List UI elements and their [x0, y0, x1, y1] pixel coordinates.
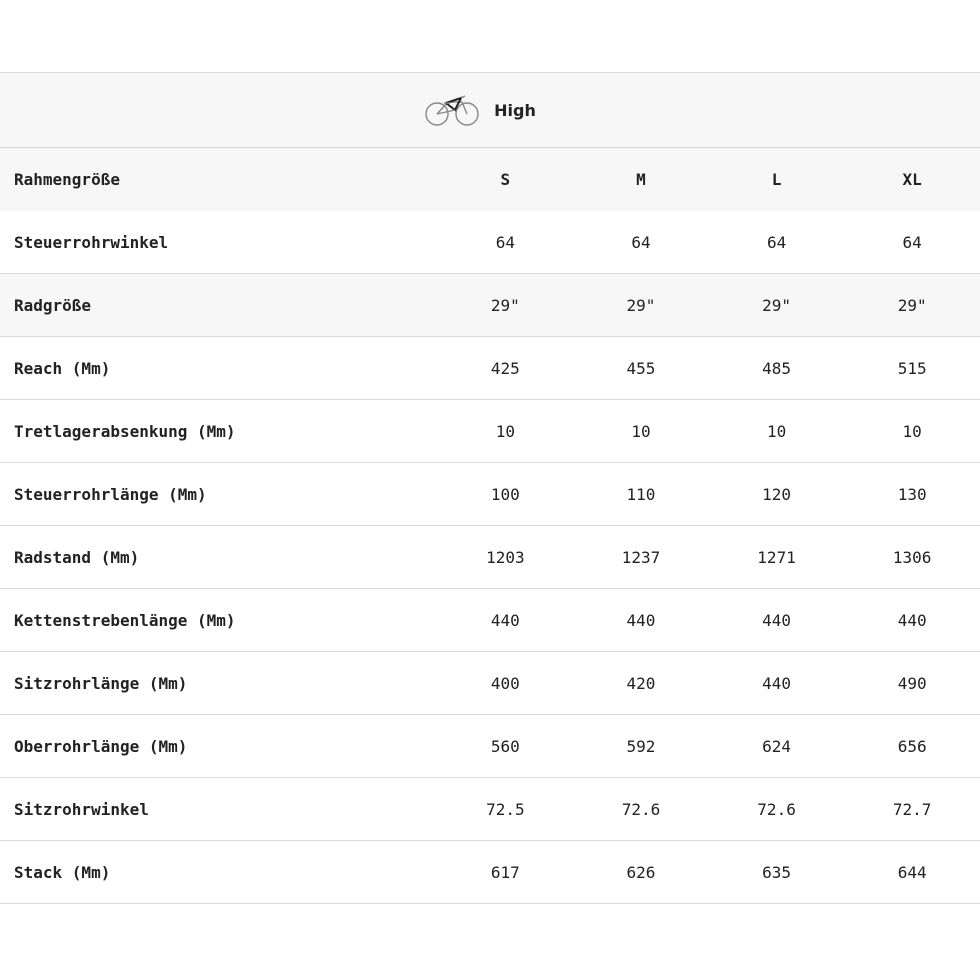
value-cell: 1271: [757, 547, 796, 567]
value-cell: 72.7: [892, 799, 932, 819]
table-row: Reach (Mm) 425 455 485 515: [0, 337, 980, 400]
value-cell: 10: [902, 421, 922, 441]
row-label: Oberrohrlänge (Mm): [14, 736, 188, 756]
value-cell: 635: [762, 862, 792, 882]
value-cell: 100: [490, 484, 520, 504]
row-label: Sitzrohrwinkel: [14, 799, 149, 819]
value-cell: 624: [762, 736, 792, 756]
value-cell: 29": [490, 295, 520, 315]
value-cell: 425: [490, 358, 520, 378]
value-cell: 440: [897, 610, 927, 630]
row-label: Tretlagerabsenkung (Mm): [14, 421, 236, 441]
table-row: Kettenstrebenlänge (Mm) 440 440 440 440: [0, 589, 980, 652]
table-row: Radgröße 29" 29" 29" 29": [0, 274, 980, 337]
value-cell: 64: [902, 232, 922, 252]
value-cell: 10: [766, 421, 787, 441]
value-cell: 64: [495, 232, 515, 252]
table-row: Sitzrohrwinkel 72.5 72.6 72.6 72.7: [0, 778, 980, 841]
value-cell: 485: [762, 358, 792, 378]
mode-label: High: [494, 100, 536, 120]
table-row: Steuerrohrlänge (Mm) 100 110 120 130: [0, 463, 980, 526]
size-header-row: Rahmengröße S M L XL: [0, 148, 980, 211]
value-cell: 64: [631, 232, 651, 252]
value-cell: 130: [897, 484, 927, 504]
row-label: Stack (Mm): [14, 862, 111, 882]
row-label: Steuerrohrwinkel: [14, 232, 169, 252]
value-cell: 440: [490, 610, 520, 630]
value-cell: 110: [626, 484, 656, 504]
value-cell: 72.5: [486, 799, 525, 819]
table-row: Sitzrohrlänge (Mm) 400 420 440 490: [0, 652, 980, 715]
table-row: Oberrohrlänge (Mm) 560 592 624 656: [0, 715, 980, 778]
value-cell: 29": [897, 295, 927, 315]
value-cell: 120: [762, 484, 792, 504]
value-cell: 617: [490, 862, 520, 882]
table-row: Radstand (Mm) 1203 1237 1271 1306: [0, 526, 980, 589]
table-row: Tretlagerabsenkung (Mm) 10 10 10 10: [0, 400, 980, 463]
value-cell: 10: [631, 421, 651, 441]
value-cell: 560: [490, 736, 520, 756]
value-cell: 1237: [621, 547, 661, 567]
value-cell: 455: [626, 358, 656, 378]
value-cell: 626: [626, 862, 656, 882]
row-label: Kettenstrebenlänge (Mm): [14, 610, 236, 630]
table-row: Stack (Mm) 617 626 635 644: [0, 841, 980, 904]
value-cell: 1306: [892, 547, 932, 567]
row-label: Sitzrohrlänge (Mm): [14, 673, 188, 693]
row-label: Reach (Mm): [14, 358, 111, 378]
value-cell: 420: [626, 673, 656, 693]
value-cell: 1203: [486, 547, 525, 567]
size-header-label: Rahmengröße: [14, 170, 120, 189]
geometry-table: High Rahmengröße S M L XL Steuerrohrwink…: [0, 72, 980, 904]
value-cell: 64: [766, 232, 787, 252]
bike-icon: [424, 92, 480, 128]
row-label: Radgröße: [14, 295, 92, 315]
value-cell: 440: [762, 610, 792, 630]
value-cell: 592: [626, 736, 656, 756]
value-cell: 72.6: [621, 799, 661, 819]
value-cell: 29": [626, 295, 656, 315]
geometry-mode-toggle[interactable]: High: [0, 72, 980, 148]
value-cell: 490: [897, 673, 927, 693]
row-label: Steuerrohrlänge (Mm): [14, 484, 207, 504]
value-cell: 29": [762, 295, 792, 315]
value-cell: 400: [490, 673, 520, 693]
value-cell: 656: [897, 736, 927, 756]
value-cell: 440: [626, 610, 656, 630]
value-cell: 515: [897, 358, 927, 378]
size-header-s: S: [500, 170, 511, 189]
value-cell: 72.6: [757, 799, 796, 819]
size-header-m: M: [636, 170, 646, 189]
size-header-l: L: [771, 170, 782, 189]
value-cell: 644: [897, 862, 927, 882]
value-cell: 10: [495, 421, 515, 441]
value-cell: 440: [762, 673, 792, 693]
row-label: Radstand (Mm): [14, 547, 140, 567]
size-header-xl: XL: [902, 170, 922, 189]
table-row: Steuerrohrwinkel 64 64 64 64: [0, 211, 980, 274]
